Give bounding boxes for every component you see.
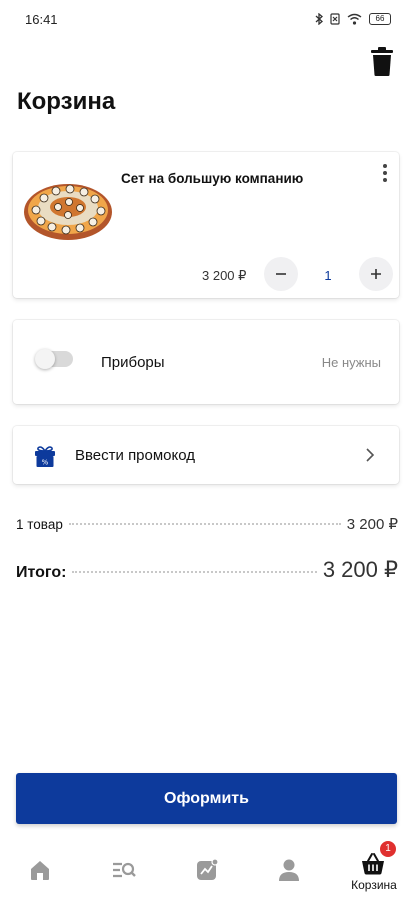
plus-icon xyxy=(371,269,381,279)
nav-catalog[interactable] xyxy=(94,838,154,900)
status-icons: 66 xyxy=(315,13,391,25)
status-time: 16:41 xyxy=(25,11,58,27)
cutlery-status: Не нужны xyxy=(321,355,381,370)
product-price: 3 200 ₽ xyxy=(202,268,247,283)
promo-icon xyxy=(197,858,219,880)
product-name: Сет на большую компанию xyxy=(121,171,304,186)
svg-text:%: % xyxy=(42,459,49,467)
page-title: Корзина xyxy=(17,88,116,115)
dotted-leader xyxy=(72,571,317,573)
more-dot xyxy=(383,164,387,168)
nav-profile[interactable] xyxy=(259,838,319,900)
trash-icon xyxy=(371,47,393,76)
no-sim-icon xyxy=(330,13,340,25)
checkout-button[interactable]: Оформить xyxy=(16,773,397,824)
items-count-label: 1 товар xyxy=(16,517,63,532)
gift-icon: % xyxy=(35,446,55,467)
nav-cart-label: Корзина xyxy=(351,878,397,892)
decrease-quantity-button[interactable] xyxy=(264,257,298,291)
profile-icon xyxy=(279,859,299,881)
nav-home[interactable] xyxy=(10,838,70,900)
cart-badge: 1 xyxy=(380,841,396,857)
total-summary-row: Итого: 3 200 ₽ xyxy=(16,557,398,583)
toggle-knob xyxy=(35,349,55,369)
items-summary-row: 1 товар 3 200 ₽ xyxy=(16,515,398,533)
nav-cart[interactable]: 1 Корзина xyxy=(339,838,409,900)
status-bar: 16:41 66 xyxy=(0,0,413,38)
minus-icon xyxy=(276,273,286,275)
bluetooth-icon xyxy=(315,13,323,25)
catalog-search-icon xyxy=(113,862,136,878)
bottom-nav: 1 Корзина xyxy=(0,838,413,900)
battery-icon: 66 xyxy=(369,13,391,25)
dotted-leader xyxy=(68,523,341,525)
item-menu-button[interactable] xyxy=(379,162,391,188)
increase-quantity-button[interactable] xyxy=(359,257,393,291)
wifi-icon xyxy=(347,13,362,25)
quantity-value: 1 xyxy=(324,268,332,283)
total-value: 3 200 ₽ xyxy=(322,557,398,582)
promo-code-button[interactable]: % Ввести промокод xyxy=(13,426,399,484)
nav-promotions[interactable] xyxy=(177,838,237,900)
cart-item-card: Сет на большую компанию 3 200 ₽ 1 xyxy=(13,152,399,298)
product-image xyxy=(24,184,112,240)
promo-code-label: Ввести промокод xyxy=(75,447,196,464)
clear-cart-button[interactable] xyxy=(369,47,395,77)
more-dot xyxy=(383,178,387,182)
home-icon xyxy=(31,861,49,880)
items-subtotal: 3 200 ₽ xyxy=(346,516,398,533)
chevron-right-icon xyxy=(366,448,375,462)
cutlery-toggle[interactable] xyxy=(35,349,73,369)
cutlery-label: Приборы xyxy=(101,354,165,371)
cart-icon xyxy=(362,853,384,875)
more-dot xyxy=(383,171,387,175)
total-label: Итого: xyxy=(16,564,67,581)
cutlery-card: Приборы Не нужны xyxy=(13,320,399,404)
